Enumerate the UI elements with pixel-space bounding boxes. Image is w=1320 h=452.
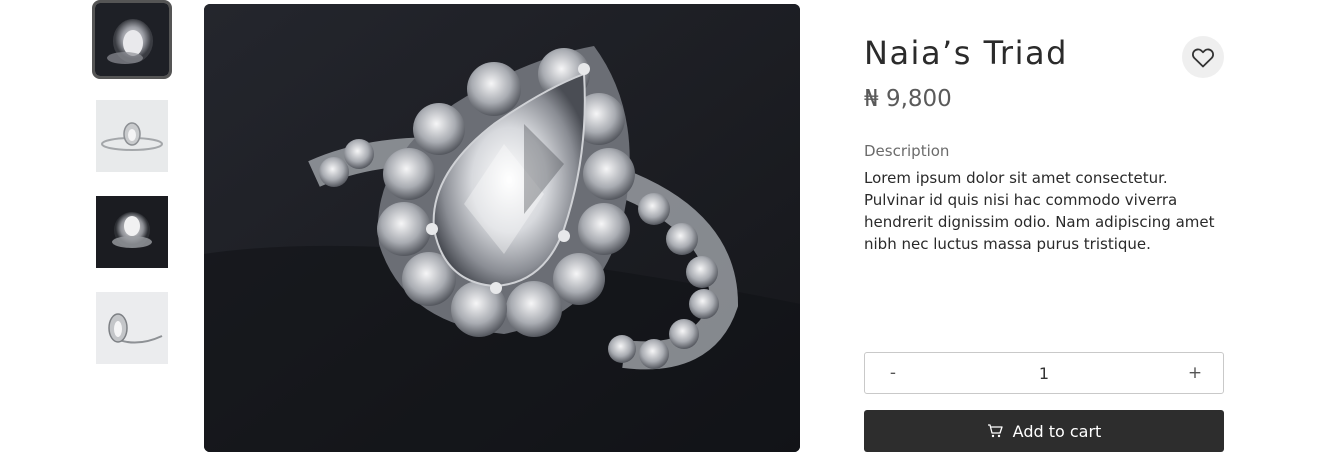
increment-button[interactable]: + bbox=[1167, 353, 1223, 393]
thumbnail-4[interactable] bbox=[96, 292, 168, 364]
thumbnail-1[interactable] bbox=[92, 0, 172, 79]
thumbnail-2[interactable] bbox=[96, 100, 168, 172]
add-to-cart-label: Add to cart bbox=[1012, 421, 1102, 441]
heart-icon bbox=[1192, 48, 1214, 68]
description-text: Lorem ipsum dolor sit amet consectetur. … bbox=[864, 169, 1215, 253]
cart-icon bbox=[987, 424, 1003, 438]
quantity-stepper: - 1 + bbox=[864, 352, 1224, 394]
product-price: ₦ 9,800 bbox=[864, 86, 952, 112]
product-page: Naia’s Triad ₦ 9,800 Description Lorem i… bbox=[0, 0, 1320, 452]
description-label: Description bbox=[864, 142, 950, 160]
favorite-button[interactable] bbox=[1182, 36, 1224, 78]
quantity-value[interactable]: 1 bbox=[1039, 364, 1049, 383]
main-product-image bbox=[204, 4, 800, 452]
decrement-button[interactable]: - bbox=[865, 353, 921, 393]
product-info: Naia’s Triad ₦ 9,800 Description Lorem i… bbox=[864, 0, 1224, 452]
product-title: Naia’s Triad bbox=[864, 34, 1068, 72]
add-to-cart-button[interactable]: Add to cart bbox=[864, 410, 1224, 452]
thumbnail-3[interactable] bbox=[96, 196, 168, 268]
